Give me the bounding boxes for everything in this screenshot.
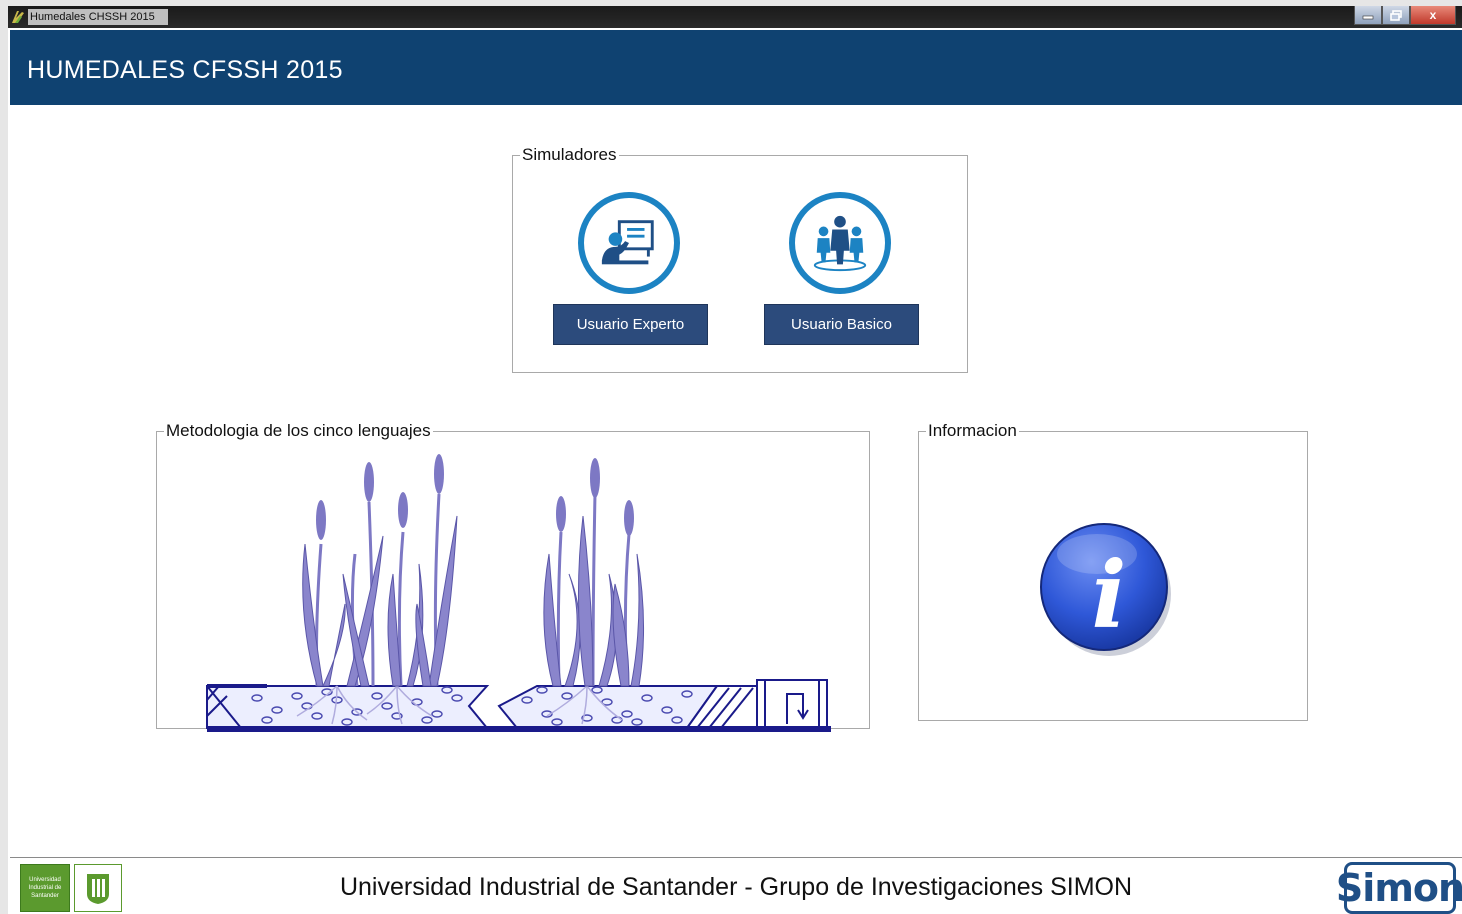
app-title: HUMEDALES CFSSH 2015 (27, 56, 343, 84)
metodologia-group: Metodologia de los cinco lenguajes (156, 421, 870, 732)
simon-logo-text: Simon (1335, 866, 1462, 910)
usuario-basico-icon-button[interactable] (789, 192, 891, 294)
minimize-button[interactable] (1354, 6, 1382, 25)
app-header: HUMEDALES CFSSH 2015 (10, 30, 1462, 105)
close-icon: x (1429, 8, 1437, 22)
usuario-experto-button[interactable]: Usuario Experto (553, 304, 708, 345)
maximize-button[interactable] (1382, 6, 1410, 25)
wetland-image-button[interactable] (197, 454, 837, 738)
footer: Universidad Industrial de Santander Univ… (10, 857, 1462, 914)
window-title: Humedales CHSSH 2015 (28, 9, 168, 25)
informacion-group: Informacion i (918, 421, 1308, 721)
informacion-button[interactable]: i (1039, 522, 1173, 656)
simuladores-legend: Simuladores (522, 145, 617, 164)
application-window: Humedales CHSSH 2015 x HUMEDALES CFSSH 2… (8, 6, 1462, 914)
window-controls: x (1354, 6, 1456, 26)
usuario-experto-icon-button[interactable] (578, 192, 680, 294)
group-users-icon (813, 215, 867, 272)
footer-text: Universidad Industrial de Santander - Gr… (339, 873, 1133, 901)
close-button[interactable]: x (1410, 6, 1456, 25)
metodologia-legend: Metodologia de los cinco lenguajes (166, 421, 431, 440)
restore-icon (1390, 9, 1402, 21)
app-icon (12, 11, 24, 23)
title-bar[interactable]: Humedales CHSSH 2015 x (8, 6, 1462, 28)
simon-logo: Simon (1336, 862, 1462, 914)
info-icon: i (1040, 523, 1171, 656)
usuario-basico-button[interactable]: Usuario Basico (764, 304, 919, 345)
informacion-legend: Informacion (928, 421, 1017, 440)
info-icon-letter: i (1092, 541, 1127, 649)
presentation-icon (601, 220, 654, 265)
wetland-reeds-image (206, 454, 831, 732)
simuladores-group: Simuladores Usuario Experto Usuario Basi… (512, 145, 968, 373)
minimize-icon (1362, 15, 1374, 20)
